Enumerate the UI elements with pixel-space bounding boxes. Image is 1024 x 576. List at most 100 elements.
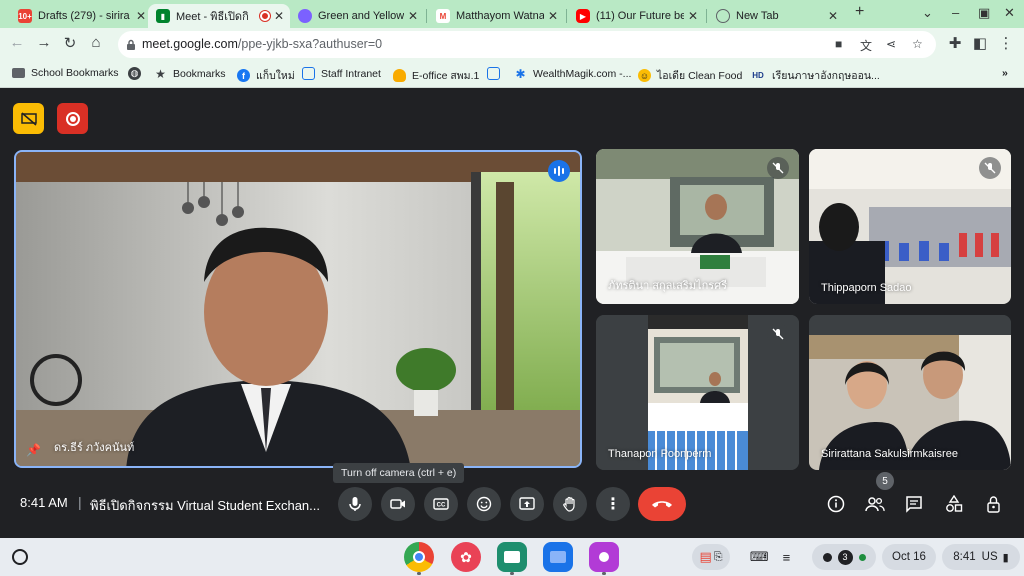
side-panel-icon[interactable]: ◧ xyxy=(970,34,990,52)
input-tray[interactable]: ⌨ ≡ xyxy=(740,544,800,570)
close-icon[interactable]: ✕ xyxy=(136,9,146,23)
close-icon[interactable]: ✕ xyxy=(548,9,558,23)
camera-button[interactable] xyxy=(381,487,415,521)
reload-icon[interactable]: ↻ xyxy=(60,34,80,52)
leave-call-button[interactable] xyxy=(638,487,686,521)
chrome-app-icon[interactable] xyxy=(404,542,434,572)
present-icon xyxy=(519,497,535,510)
bookmark-grid[interactable] xyxy=(487,67,506,80)
tab-meet[interactable]: ▮ Meet - พิธีเปิดกิ ✕ xyxy=(148,4,290,28)
time-label: 8:41 xyxy=(953,551,976,563)
close-icon[interactable]: ✕ xyxy=(408,9,418,23)
activities-button[interactable] xyxy=(940,490,968,518)
back-icon[interactable]: ← xyxy=(7,34,27,51)
participant-tile[interactable]: Sirirattana Sakulsirmkaisree xyxy=(809,315,1011,470)
present-now-button[interactable] xyxy=(510,487,544,521)
tab-matthayom[interactable]: M Matthayom Watnar ✕ xyxy=(428,4,564,28)
bookmark-wealthmagik[interactable]: ✱ WealthMagik.com -... xyxy=(514,67,631,81)
share-icon[interactable]: ⋖ xyxy=(886,37,896,51)
lock-person-icon xyxy=(987,496,1000,513)
classroom-app-icon[interactable] xyxy=(497,542,527,572)
calendar-icon: ▤ xyxy=(699,549,712,564)
chat-button[interactable] xyxy=(900,490,928,518)
os-shelf: ✿ ▤ ⎘ ⌨ ≡ 3 Oct 16 8:41 US ▮ xyxy=(0,538,1024,576)
new-tab-button[interactable]: + xyxy=(855,3,864,21)
participant-tile[interactable]: Thippaporn Sadao xyxy=(809,149,1011,304)
bookmark-label: แก็บใหม่ xyxy=(256,70,295,82)
participant-tile[interactable]: Thanapon Poonperm xyxy=(596,315,799,470)
close-icon[interactable]: ✕ xyxy=(688,9,698,23)
raise-hand-button[interactable] xyxy=(553,487,587,521)
translate-icon[interactable]: 文 xyxy=(860,37,872,54)
tab-drafts[interactable]: 10+ Drafts (279) - sirira ✕ xyxy=(10,4,152,28)
host-controls-button[interactable] xyxy=(980,490,1008,518)
tab-separator xyxy=(566,9,567,23)
pin-icon[interactable]: 📌 xyxy=(26,443,41,457)
bookmark-globe[interactable]: ◍ xyxy=(128,67,147,80)
star-icon: ★ xyxy=(155,66,166,81)
calendar-tray[interactable]: ▤ ⎘ xyxy=(692,544,730,570)
bookmark-english[interactable]: HD เรียนภาษาอังกฤษออน... xyxy=(750,67,880,84)
bookmark-staff-intranet[interactable]: Staff Intranet xyxy=(302,67,381,80)
intranet-icon xyxy=(302,67,315,80)
status-tray[interactable]: 8:41 US ▮ xyxy=(942,544,1020,570)
tab-new-tab[interactable]: New Tab ✕ xyxy=(708,4,844,28)
running-indicator xyxy=(510,572,514,575)
meeting-title: พิธีเปิดกิจกรรม Virtual Student Exchan..… xyxy=(90,498,320,513)
browser-toolbar: ← → ↻ ⌂ meet.google.com/ppe-yjkb-sxa?aut… xyxy=(0,28,1024,61)
main-speaker-tile[interactable]: 📌 ดร.ธีร์ ภวังคนันท์ xyxy=(14,150,582,468)
bookmarks-more-button[interactable]: » xyxy=(1002,67,1008,79)
hd-icon: HD xyxy=(752,71,764,80)
presenting-button[interactable] xyxy=(13,103,44,134)
menu-icon[interactable]: ⋮ xyxy=(996,34,1016,52)
participant-name: ภัทรตินา สกุลเสริมไกรศรี xyxy=(608,280,728,292)
recording-button[interactable] xyxy=(57,103,88,134)
files-app-icon[interactable] xyxy=(543,542,573,572)
speaking-indicator-icon xyxy=(548,160,570,182)
extensions-icon[interactable]: ✚ xyxy=(945,34,965,52)
launcher-icon[interactable] xyxy=(12,549,28,565)
participant-name: Thippaporn Sadao xyxy=(821,282,912,294)
tab-title: Matthayom Watnar xyxy=(456,10,544,22)
date-tray[interactable]: Oct 16 xyxy=(882,544,936,570)
meeting-details-button[interactable] xyxy=(822,490,850,518)
url-text[interactable]: meet.google.com/ppe-yjkb-sxa?authuser=0 xyxy=(142,37,382,51)
smile-icon: ☺ xyxy=(638,69,651,82)
tab-youtube[interactable]: ▶ (11) Our Future beg ✕ xyxy=(568,4,704,28)
microphone-button[interactable] xyxy=(338,487,372,521)
bookmark-school[interactable]: School Bookmarks xyxy=(12,67,119,79)
online-dot-icon xyxy=(858,553,866,561)
forward-icon[interactable]: → xyxy=(34,34,54,51)
camera-in-use-icon[interactable]: ■ xyxy=(835,37,842,51)
address-bar[interactable]: meet.google.com/ppe-yjkb-sxa?authuser=0 … xyxy=(118,31,936,58)
bookmark-bookmarks[interactable]: ★ Bookmarks xyxy=(154,66,225,81)
url-path: /ppe-yjkb-sxa?authuser=0 xyxy=(237,37,383,51)
bookmark-star-icon[interactable]: ☆ xyxy=(912,37,923,51)
people-button[interactable] xyxy=(861,490,889,518)
lock-icon[interactable] xyxy=(126,39,136,51)
close-icon[interactable]: ✕ xyxy=(274,9,284,23)
date-label: Oct 16 xyxy=(892,551,926,563)
notification-tray[interactable]: 3 xyxy=(812,544,876,570)
bookmark-clean-food[interactable]: ☺ ไอเดีย Clean Food xyxy=(638,67,742,84)
close-icon[interactable]: ✕ xyxy=(828,9,838,23)
tab-search-icon[interactable]: ⌄ xyxy=(922,5,933,21)
captions-button[interactable]: CC xyxy=(424,487,458,521)
reactions-button[interactable] xyxy=(467,487,501,521)
window-close-icon[interactable]: ✕ xyxy=(1004,5,1015,21)
meeting-controls-bar: 8:41 AM | พิธีเปิดกิจกรรม Virtual Studen… xyxy=(0,472,1024,530)
grid-icon xyxy=(487,67,500,80)
restore-icon[interactable]: ▣ xyxy=(978,5,990,21)
home-icon[interactable]: ⌂ xyxy=(86,34,106,51)
screencast-app-icon[interactable] xyxy=(589,542,619,572)
participant-tile[interactable]: ภัทรตินา สกุลเสริมไกรศรี xyxy=(596,149,799,304)
canvas-app-icon[interactable]: ✿ xyxy=(451,542,481,572)
bookmark-eoffice[interactable]: E-office สพม.1 xyxy=(393,67,479,84)
minimize-icon[interactable]: – xyxy=(952,5,959,20)
people-count-badge: 5 xyxy=(876,472,894,490)
more-options-button[interactable]: ⋮ xyxy=(596,487,630,521)
chat-icon xyxy=(906,496,922,513)
bookmark-facebook[interactable]: f แก็บใหม่ xyxy=(237,67,295,84)
bookmark-label: เรียนภาษาอังกฤษออน... xyxy=(772,70,880,82)
tab-green-yellow[interactable]: Green and Yellow C ✕ xyxy=(290,4,424,28)
